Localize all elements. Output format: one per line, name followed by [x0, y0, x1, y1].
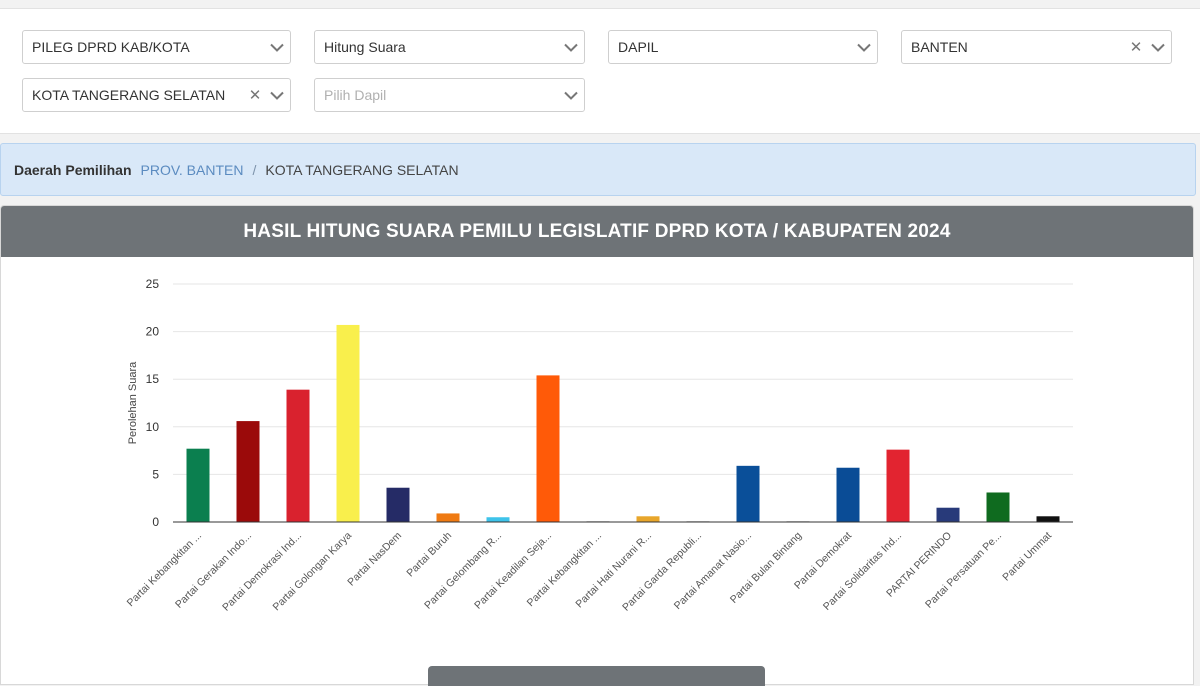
y-tick-label: 15: [146, 372, 160, 386]
chevron-down-icon: [1145, 43, 1171, 52]
bar: [436, 513, 460, 522]
x-tick-label: Partai Ummat: [1000, 530, 1054, 584]
mode-select[interactable]: Hitung Suara: [314, 30, 585, 64]
breadcrumb-current: KOTA TANGERANG SELATAN: [265, 161, 459, 178]
chevron-down-icon: [264, 91, 290, 100]
bar: [236, 421, 260, 522]
chevron-down-icon: [851, 43, 877, 52]
bar: [986, 492, 1010, 522]
bar: [386, 487, 410, 522]
bar: [636, 516, 660, 522]
level-select[interactable]: DAPIL: [608, 30, 878, 64]
breadcrumb-label: Daerah Pemilihan: [14, 161, 132, 178]
chart-card: HASIL HITUNG SUARA PEMILU LEGISLATIF DPR…: [0, 205, 1194, 685]
bar: [886, 449, 910, 522]
bar: [736, 465, 760, 522]
y-tick-label: 5: [152, 467, 159, 481]
clear-icon[interactable]: ✕: [1129, 38, 1143, 56]
breadcrumb-province-link[interactable]: PROV. BANTEN: [141, 162, 244, 178]
bar: [186, 448, 210, 522]
clear-icon[interactable]: ✕: [248, 86, 262, 104]
province-value: BANTEN: [911, 39, 968, 55]
election-type-select[interactable]: PILEG DPRD KAB/KOTA: [22, 30, 291, 64]
bar: [486, 517, 510, 522]
chevron-down-icon: [264, 43, 290, 52]
city-select[interactable]: KOTA TANGERANG SELATAN ✕: [22, 78, 291, 112]
breadcrumb-separator: /: [252, 161, 257, 178]
bar: [936, 507, 960, 522]
bottom-panel-button[interactable]: [428, 666, 765, 686]
level-value: DAPIL: [618, 39, 659, 55]
dapil-placeholder: Pilih Dapil: [324, 87, 387, 103]
y-tick-label: 25: [146, 277, 160, 291]
province-select[interactable]: BANTEN ✕: [901, 30, 1172, 64]
y-tick-label: 10: [146, 420, 160, 434]
chevron-down-icon: [558, 43, 584, 52]
dapil-select[interactable]: Pilih Dapil: [314, 78, 585, 112]
filter-panel: PILEG DPRD KAB/KOTA Hitung Suara DAPIL B…: [0, 8, 1200, 134]
bar: [286, 389, 310, 522]
bar-chart: 0510152025Perolehan SuaraPartai Kebangki…: [125, 277, 1073, 614]
bar: [536, 375, 560, 522]
y-tick-label: 20: [146, 325, 160, 339]
x-tick-label: Partai Buruh: [404, 530, 454, 580]
bar: [1036, 516, 1060, 522]
y-tick-label: 0: [152, 515, 159, 529]
bar: [836, 467, 860, 522]
bar: [336, 324, 360, 522]
chart-header: HASIL HITUNG SUARA PEMILU LEGISLATIF DPR…: [1, 206, 1193, 257]
breadcrumb: Daerah Pemilihan PROV. BANTEN / KOTA TAN…: [0, 143, 1196, 196]
chart-title: HASIL HITUNG SUARA PEMILU LEGISLATIF DPR…: [243, 220, 951, 242]
chevron-down-icon: [558, 91, 584, 100]
city-value: KOTA TANGERANG SELATAN: [32, 87, 226, 103]
y-axis-label: Perolehan Suara: [127, 361, 139, 444]
election-type-value: PILEG DPRD KAB/KOTA: [32, 39, 190, 55]
x-tick-label: Partai NasDem: [345, 529, 404, 588]
mode-value: Hitung Suara: [324, 39, 406, 55]
